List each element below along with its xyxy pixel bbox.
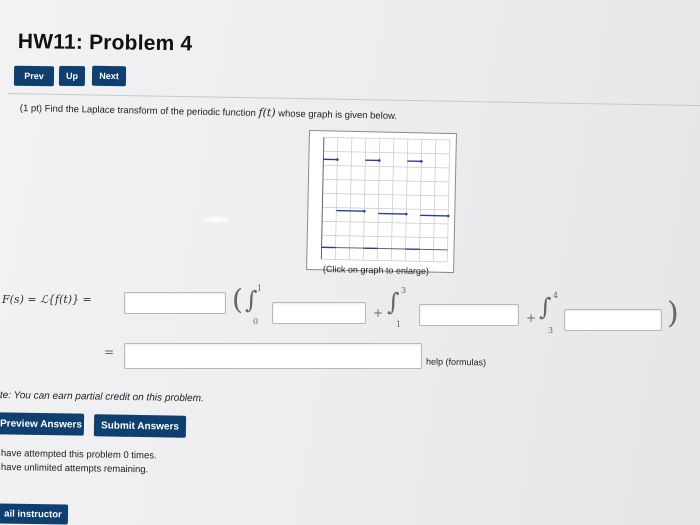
graph-grid — [320, 136, 451, 263]
problem-points: (1 pt) — [19, 102, 43, 115]
integrand-input-2[interactable] — [419, 304, 519, 326]
attempts-remaining: have unlimited attempts remaining. — [0, 462, 149, 476]
webwork-page: HW11: Problem 4 Prev Up Next (1 pt) Find… — [0, 0, 700, 525]
problem-function: f(t) — [258, 105, 276, 120]
screen-glare — [203, 216, 229, 223]
x-axis — [321, 246, 448, 251]
integral-1-upper: 1 — [257, 284, 263, 293]
y-axis — [320, 137, 325, 260]
graph-svg — [320, 136, 451, 263]
function-graph[interactable] — [306, 130, 457, 274]
integral-2-upper: 3 — [401, 286, 407, 295]
attempts-status: have attempted this problem 0 times. — [0, 448, 157, 462]
integral-1-lower: 0 — [253, 317, 259, 326]
partial-credit-note: te: You can earn partial credit on this … — [0, 390, 204, 405]
up-button[interactable]: Up — [58, 65, 86, 87]
integrand-input-3[interactable] — [564, 309, 662, 331]
integral-3-lower: 3 — [548, 326, 554, 335]
integrand-input-1[interactable] — [272, 302, 366, 324]
plus-sign-1: + — [373, 306, 384, 320]
email-instructor-button[interactable]: ail instructor — [0, 503, 69, 525]
prev-button[interactable]: Prev — [13, 65, 55, 87]
answer-lhs: F(s) = ℒ{f(t)} = — [2, 293, 92, 306]
equals-sign: = — [104, 345, 115, 359]
close-paren: ) — [667, 296, 679, 331]
answer-input-1[interactable] — [124, 292, 226, 314]
integral-sign-1: ∫ — [245, 286, 258, 314]
answer-input-final[interactable] — [124, 343, 422, 369]
integral-2-lower: 1 — [396, 320, 402, 329]
preview-answers-button[interactable]: Preview Answers — [0, 412, 85, 436]
submit-answers-button[interactable]: Submit Answers — [93, 414, 187, 438]
help-formulas-link[interactable]: help (formulas) — [426, 356, 486, 367]
integral-3-upper: 4 — [553, 291, 559, 300]
integral-sign-3: ∫ — [539, 293, 552, 321]
page-title: HW11: Problem 4 — [17, 30, 193, 56]
integral-sign-2: ∫ — [387, 288, 400, 316]
open-paren: ( — [232, 283, 243, 316]
next-button[interactable]: Next — [91, 65, 127, 87]
plus-sign-2: + — [526, 311, 537, 325]
